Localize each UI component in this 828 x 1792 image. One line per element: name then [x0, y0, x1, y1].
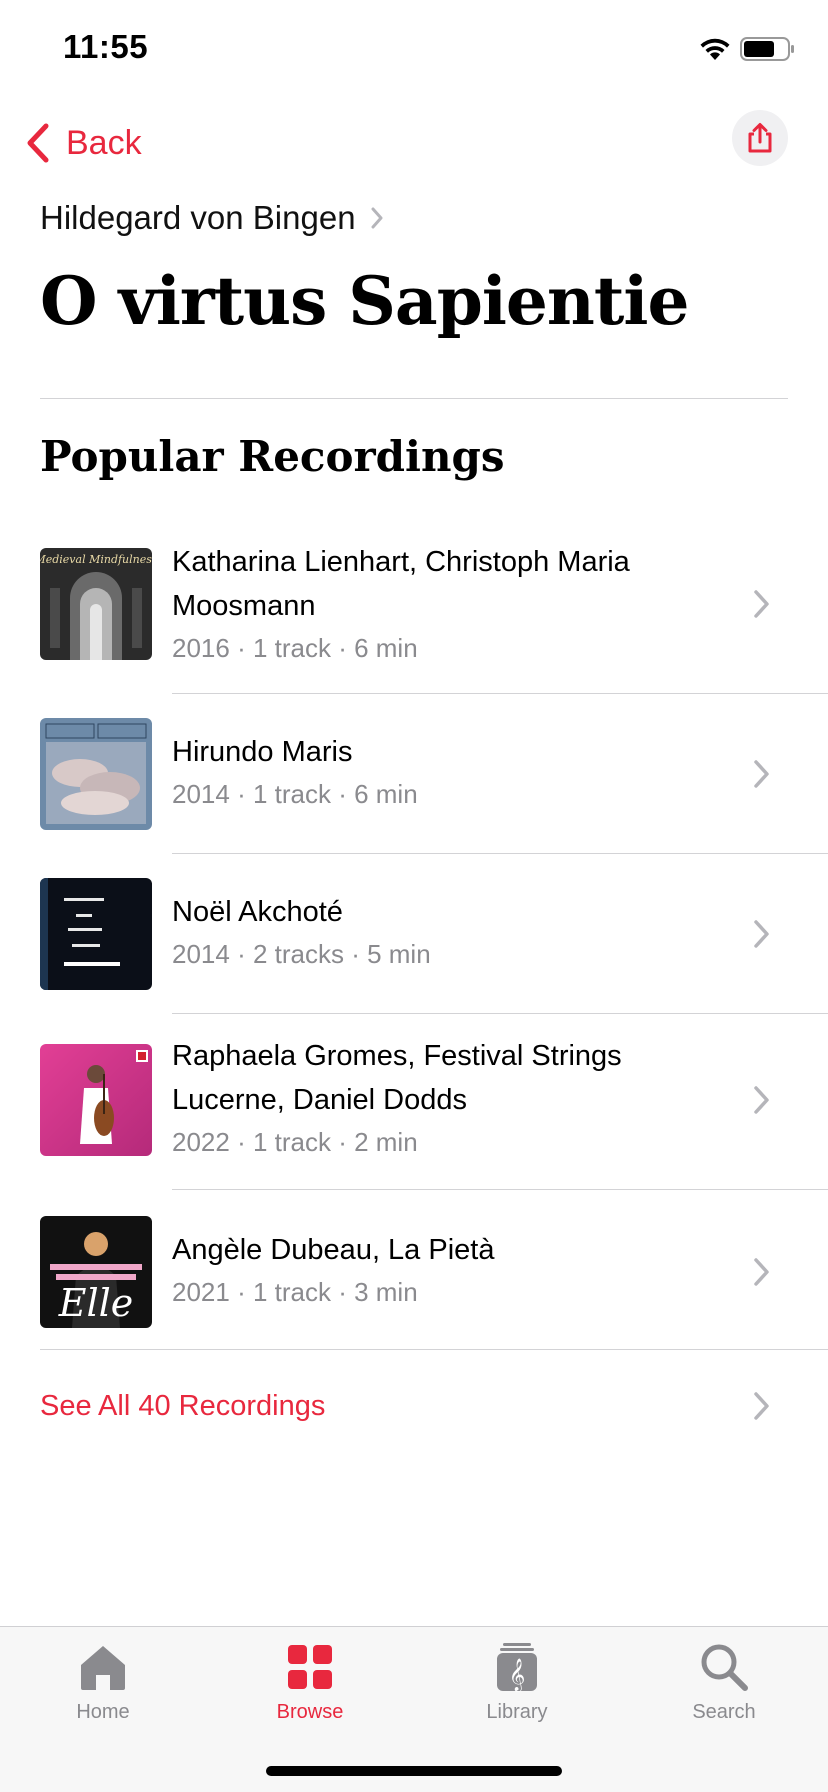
recording-row[interactable]: Hirundo Maris 2014 · 1 track · 6 min — [0, 694, 828, 854]
back-label: Back — [66, 123, 142, 162]
browse-grid-icon — [288, 1645, 332, 1689]
album-artwork: Medieval Mindfulness — [40, 548, 152, 660]
artwork-title: Medieval Mindfulness — [40, 553, 152, 566]
chevron-right-icon — [754, 1258, 769, 1286]
chevron-right-icon — [754, 760, 769, 788]
recording-meta: 2022 · 1 track · 2 min — [172, 1127, 418, 1157]
album-artwork — [40, 878, 152, 990]
chevron-right-icon — [754, 590, 769, 618]
recording-meta: 2014 · 2 tracks · 5 min — [172, 939, 431, 969]
composer-link[interactable]: Hildegard von Bingen — [40, 196, 384, 240]
share-icon — [748, 123, 772, 153]
tab-label: Browse — [276, 1701, 344, 1723]
chevron-left-icon — [27, 123, 49, 163]
recording-row[interactable]: Raphaela Gromes, Festival Strings Lucern… — [0, 1014, 828, 1190]
page-title: O virtus Sapientie — [40, 262, 689, 340]
chevron-right-icon — [754, 920, 769, 948]
recording-meta: 2016 · 1 track · 6 min — [172, 633, 418, 663]
recording-artist: Angèle Dubeau, La Pietà — [172, 1234, 495, 1266]
recording-meta: 2014 · 1 track · 6 min — [172, 779, 418, 809]
home-indicator — [266, 1766, 562, 1776]
chevron-right-icon — [754, 1392, 769, 1420]
recording-text: Angèle Dubeau, La Pietà 2021 · 1 track ·… — [172, 1228, 732, 1312]
recording-text: Katharina Lienhart, Christoph Maria Moos… — [172, 540, 732, 668]
status-bar: 11:55 — [0, 0, 828, 100]
recording-row[interactable]: Elle Angèle Dubeau, La Pietà 2021 · 1 tr… — [0, 1190, 828, 1350]
tab-label: Home — [76, 1701, 130, 1723]
recording-row[interactable]: Noël Akchoté 2014 · 2 tracks · 5 min — [0, 854, 828, 1014]
recording-text: Hirundo Maris 2014 · 1 track · 6 min — [172, 730, 732, 814]
recording-artist: Katharina Lienhart, Christoph Maria Moos… — [172, 546, 630, 622]
back-button[interactable]: Back — [24, 118, 142, 168]
composer-name: Hildegard von Bingen — [40, 199, 356, 236]
recording-row[interactable]: Medieval Mindfulness Katharina Lienhart,… — [0, 520, 828, 694]
row-separator — [40, 1349, 828, 1350]
tab-label: Search — [692, 1701, 756, 1723]
screen: 11:55 Back Hildegard von Bingen O virtus… — [0, 0, 828, 1792]
artwork-title: Elle — [58, 1281, 134, 1325]
library-icon: 𝄞 — [497, 1643, 537, 1692]
chevron-right-icon — [371, 207, 383, 229]
see-all-recordings-button[interactable]: See All 40 Recordings — [40, 1378, 788, 1434]
album-artwork — [40, 1044, 152, 1156]
wifi-icon — [700, 38, 730, 60]
share-button[interactable] — [732, 110, 788, 166]
recording-text: Raphaela Gromes, Festival Strings Lucern… — [172, 1034, 732, 1162]
tab-library[interactable]: 𝄞 Library — [437, 1627, 597, 1737]
recording-artist: Noël Akchoté — [172, 896, 343, 928]
battery-icon — [740, 37, 794, 61]
svg-text:𝄞: 𝄞 — [509, 1658, 526, 1692]
divider — [40, 398, 788, 399]
section-title: Popular Recordings — [40, 432, 505, 481]
recording-artist: Hirundo Maris — [172, 736, 353, 768]
recording-text: Noël Akchoté 2014 · 2 tracks · 5 min — [172, 890, 732, 974]
recordings-list: Medieval Mindfulness Katharina Lienhart,… — [0, 520, 828, 1350]
status-time: 11:55 — [63, 28, 149, 65]
tab-label: Library — [486, 1701, 548, 1723]
chevron-right-icon — [754, 1086, 769, 1114]
tab-search[interactable]: Search — [644, 1627, 804, 1737]
recording-meta: 2021 · 1 track · 3 min — [172, 1277, 418, 1307]
recording-artist: Raphaela Gromes, Festival Strings Lucern… — [172, 1040, 622, 1116]
tab-browse[interactable]: Browse — [230, 1627, 390, 1737]
album-artwork — [40, 718, 152, 830]
search-icon — [701, 1644, 748, 1691]
home-icon — [81, 1646, 125, 1690]
tab-home[interactable]: Home — [23, 1627, 183, 1737]
album-artwork: Elle — [40, 1216, 152, 1328]
see-all-label: See All 40 Recordings — [40, 1389, 326, 1422]
